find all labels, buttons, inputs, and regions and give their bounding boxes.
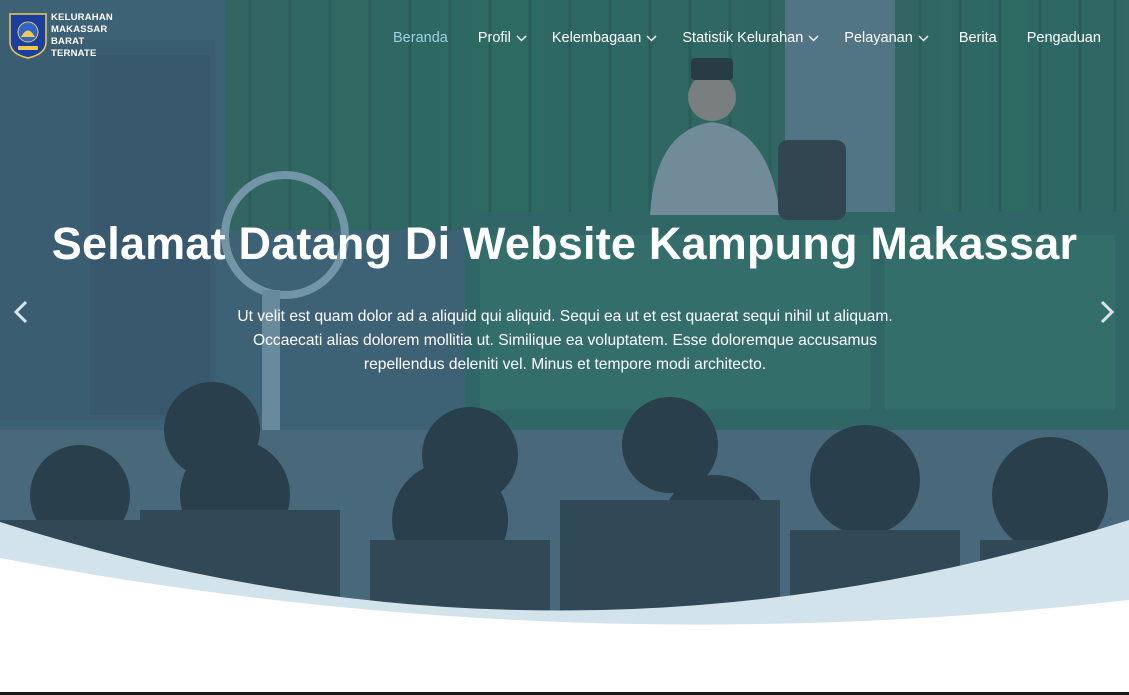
chevron-left-icon: [13, 300, 28, 324]
nav-item-label: Pengaduan: [1026, 30, 1101, 46]
nav-item-kelembagaan[interactable]: Kelembagaan: [552, 30, 658, 46]
chevron-down-icon: [646, 35, 657, 42]
nav-item-beranda[interactable]: Beranda: [393, 30, 448, 46]
nav-item-label: Berita: [958, 30, 997, 46]
nav-item-pelayanan[interactable]: Pelayanan: [844, 30, 929, 46]
site-logo[interactable]: KELURAHAN MAKASSAR BARAT TERNATE: [8, 12, 121, 60]
carousel-prev-button[interactable]: [6, 297, 36, 327]
chevron-down-icon: [808, 35, 819, 42]
hero-title: Selamat Datang Di Website Kampung Makass…: [51, 218, 1078, 269]
nav-item-berita[interactable]: Berita: [959, 30, 997, 46]
chevron-right-icon: [1100, 300, 1115, 324]
nav-item-statistik-kelurahan[interactable]: Statistik Kelurahan: [682, 30, 819, 46]
kelurahan-emblem-icon: [9, 13, 47, 59]
logo-line: KELURAHAN: [51, 12, 113, 23]
hero-carousel: KELURAHAN MAKASSAR BARAT TERNATE Beranda…: [0, 0, 1129, 695]
nav-item-profil[interactable]: Profil: [478, 30, 527, 46]
nav-item-label: Pelayanan: [844, 30, 913, 46]
site-header: KELURAHAN MAKASSAR BARAT TERNATE Beranda…: [0, 0, 1129, 76]
carousel-next-button[interactable]: [1092, 297, 1122, 327]
nav-item-pengaduan[interactable]: Pengaduan: [1027, 30, 1101, 46]
nav-item-label: Beranda: [393, 30, 448, 46]
nav-item-label: Profil: [477, 30, 511, 46]
nav-item-label: Kelembagaan: [551, 30, 642, 46]
site-logo-text: KELURAHAN MAKASSAR BARAT TERNATE: [51, 12, 121, 60]
logo-line: TERNATE: [51, 48, 97, 59]
hero-description: Ut velit est quam dolor ad a aliquid qui…: [237, 308, 893, 373]
main-navigation: Beranda Profil Kelembagaan Statistik Kel…: [393, 27, 1101, 49]
logo-line: BARAT: [51, 36, 85, 47]
nav-item-label: Statistik Kelurahan: [682, 30, 804, 46]
chevron-down-icon: [516, 35, 527, 42]
chevron-down-icon: [918, 35, 929, 42]
logo-line: MAKASSAR: [51, 24, 108, 35]
